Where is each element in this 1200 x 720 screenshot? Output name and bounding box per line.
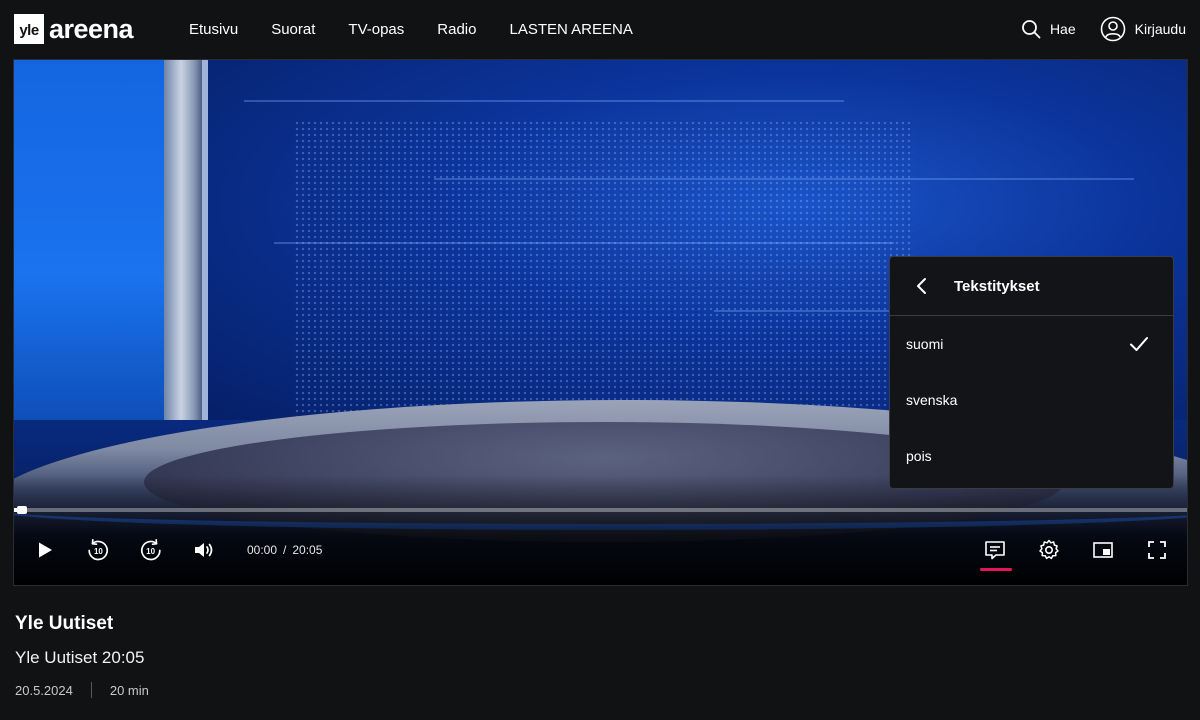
nav-item-tv-opas[interactable]: TV-opas [348,21,404,38]
episode-duration: 20 min [109,682,149,698]
nav-item-radio[interactable]: Radio [437,21,476,38]
header-actions: Hae Kirjaudu [1021,0,1186,58]
subtitles-active-indicator [980,568,1012,571]
search-label: Hae [1049,21,1076,37]
search-button[interactable]: Hae [1021,19,1076,39]
svg-text:10: 10 [94,547,103,556]
video-frame-light-streak [274,242,894,244]
search-icon [1022,20,1041,39]
volume-icon [195,543,213,557]
gear-icon [1039,539,1059,560]
nav-item-lasten-areena[interactable]: LASTEN AREENA [509,21,632,38]
subtitles-menu-header: Tekstitykset [890,257,1173,316]
broadcast-date: 20.5.2024 [15,682,73,698]
subtitle-option-label: svenska [906,392,958,408]
subtitle-option-svenska[interactable]: svenska [890,372,1173,428]
meta-divider [90,682,92,698]
settings-button[interactable] [1031,532,1067,568]
video-frame-pillar-edge [202,60,208,420]
picture-in-picture-button[interactable] [1085,532,1121,568]
nav-item-suorat[interactable]: Suorat [271,21,315,38]
forward-10-button[interactable]: 10 [133,532,169,568]
play-icon [39,542,52,558]
user-icon [1100,16,1125,42]
progress-handle[interactable] [16,506,27,514]
progress-bar[interactable] [14,506,1187,514]
subtitles-button[interactable] [977,532,1013,568]
video-frame-world-map [294,120,914,420]
rewind-10-button[interactable]: 10 [80,532,116,568]
picture-in-picture-icon [1093,542,1113,558]
checkmark-icon [1130,337,1148,351]
back-button[interactable] [910,274,934,298]
rewind-10-icon: 10 [88,538,109,561]
video-frame-light-streak [244,100,844,102]
subtitles-menu: Tekstitykset suomi svenska pois [889,256,1174,489]
time-separator: / [283,543,287,557]
subtitle-option-label: pois [906,448,932,464]
video-frame-left-wall [14,60,164,420]
svg-text:10: 10 [146,547,155,556]
login-button[interactable]: Kirjaudu [1100,16,1186,42]
yle-areena-logo[interactable]: yle areena [14,14,134,44]
subtitle-option-suomi[interactable]: suomi [890,316,1173,372]
logo-text: areena [49,14,134,44]
top-bar: yle areena Etusivu Suorat TV-opas Radio … [0,0,1200,58]
current-time: 00:00 [247,543,278,557]
subtitle-option-pois[interactable]: pois [890,428,1173,484]
chevron-left-icon [917,278,926,294]
nav-item-etusivu[interactable]: Etusivu [189,21,238,38]
fullscreen-button[interactable] [1139,532,1175,568]
total-time: 20:05 [292,543,323,557]
logo-badge: yle [14,14,44,44]
subtitles-menu-title: Tekstitykset [954,277,1040,295]
login-label: Kirjaudu [1134,21,1186,37]
episode-meta: 20.5.2024 20 min [15,682,149,698]
main-nav: Etusivu Suorat TV-opas Radio LASTEN AREE… [189,0,666,58]
video-frame-light-streak [434,178,1134,180]
fullscreen-icon [1148,541,1166,559]
subtitle-option-label: suomi [906,336,944,352]
episode-title: Yle Uutiset 20:05 [15,648,145,667]
player-controls: 10 10 00:00 / 20:05 [14,532,1187,568]
volume-button[interactable] [186,532,222,568]
video-player[interactable]: 10 10 00:00 / 20:05 Tekstitykset suomi s… [13,59,1188,586]
forward-10-icon: 10 [140,538,161,561]
play-button[interactable] [27,532,63,568]
subtitles-icon [985,541,1005,560]
series-title: Yle Uutiset [15,613,114,634]
video-frame-pillar [164,60,202,420]
time-display: 00:00 / 20:05 [247,532,322,568]
